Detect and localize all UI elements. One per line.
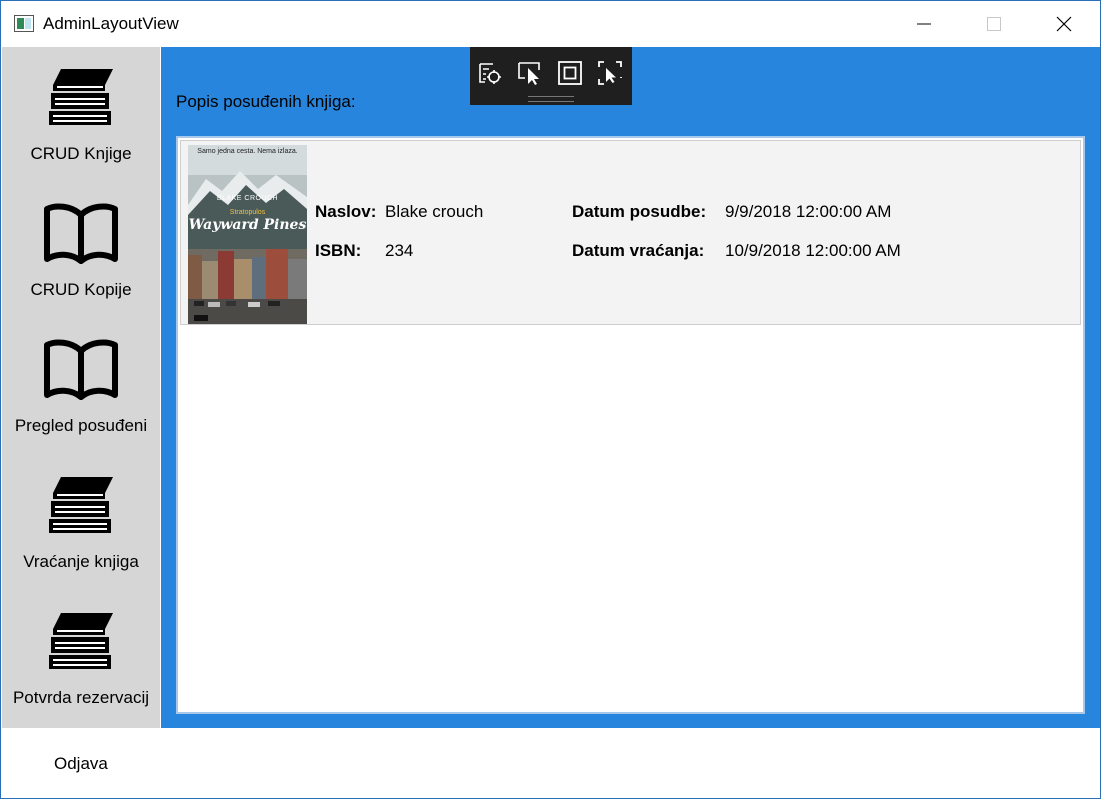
sidebar-item-label: CRUD Knjige (30, 144, 132, 163)
book-cover-title: Wayward Pines (188, 217, 307, 233)
sidebar-item-label: Potvrda rezervacij (12, 688, 150, 707)
open-book-icon (44, 203, 118, 264)
naslov-label: Naslov: (315, 202, 377, 221)
maximize-button[interactable] (959, 1, 1029, 47)
main-content: Popis posuđenih knjiga: Samo jedna cesta… (161, 47, 1100, 728)
page-heading: Popis posuđenih knjiga: (176, 92, 356, 111)
live-visual-tree-icon[interactable] (477, 60, 503, 86)
app-window: AdminLayoutView CRUD Knjige CRUD Kopije … (0, 0, 1101, 799)
app-icon (14, 15, 34, 32)
toolbar-grip[interactable] (528, 96, 574, 102)
sidebar-item-vracanje-knjiga[interactable]: Vraćanje knjiga (2, 455, 160, 591)
sidebar-item-label: Pregled posuđeni (14, 416, 148, 435)
sidebar-item-crud-kopije[interactable]: CRUD Kopije (2, 183, 160, 319)
book-cover-art (188, 145, 307, 324)
book-cover-series: Stratopulos (229, 209, 266, 216)
bottom-bar: Odjava (2, 728, 1099, 798)
xaml-debug-toolbar (470, 47, 632, 105)
minimize-icon (917, 23, 931, 25)
loans-list[interactable]: Samo jedna cesta. Nema izlaza. BLAKE CRO… (176, 136, 1085, 714)
datum-posudbe-label: Datum posudbe: (572, 202, 707, 221)
sidebar-item-pregled-posudeni[interactable]: Pregled posuđeni (2, 319, 160, 455)
datum-vracanja-value: 10/9/2018 12:00:00 AM (725, 241, 901, 260)
datum-posudbe-value: 9/9/2018 12:00:00 AM (725, 202, 892, 221)
minimize-button[interactable] (889, 1, 959, 47)
datum-vracanja-label: Datum vraćanja: (572, 241, 705, 260)
close-button[interactable] (1029, 1, 1099, 47)
logout-button[interactable]: Odjava (54, 754, 108, 774)
list-item[interactable]: Samo jedna cesta. Nema izlaza. BLAKE CRO… (180, 140, 1081, 325)
window-title: AdminLayoutView (43, 14, 179, 33)
sidebar-item-crud-knjige[interactable]: CRUD Knjige (2, 47, 160, 183)
display-layout-adorners-icon[interactable] (557, 60, 583, 86)
track-focus-icon[interactable] (597, 60, 623, 86)
book-cover-tagline: Samo jedna cesta. Nema izlaza. (197, 148, 298, 155)
sidebar: CRUD Knjige CRUD Kopije Pregled posuđeni (2, 47, 160, 728)
books-stack-icon (49, 613, 113, 669)
sidebar-item-potvrda-rezervacij[interactable]: Potvrda rezervacij (2, 591, 160, 727)
naslov-value: Blake crouch (385, 202, 484, 221)
sidebar-item-label: CRUD Kopije (30, 280, 132, 299)
books-stack-icon (49, 69, 113, 125)
sidebar-item-label: Vraćanje knjiga (23, 552, 139, 571)
book-cover-image: Samo jedna cesta. Nema izlaza. BLAKE CRO… (188, 145, 307, 324)
isbn-value: 234 (385, 241, 414, 260)
book-cover-author: BLAKE CROUCH (216, 195, 279, 202)
maximize-icon (987, 17, 1001, 31)
title-bar[interactable]: AdminLayoutView (1, 1, 1100, 47)
close-icon (1056, 16, 1072, 32)
books-stack-icon (49, 477, 113, 533)
open-book-icon (44, 339, 118, 400)
isbn-label: ISBN: (315, 241, 362, 260)
select-element-icon[interactable] (517, 60, 543, 86)
